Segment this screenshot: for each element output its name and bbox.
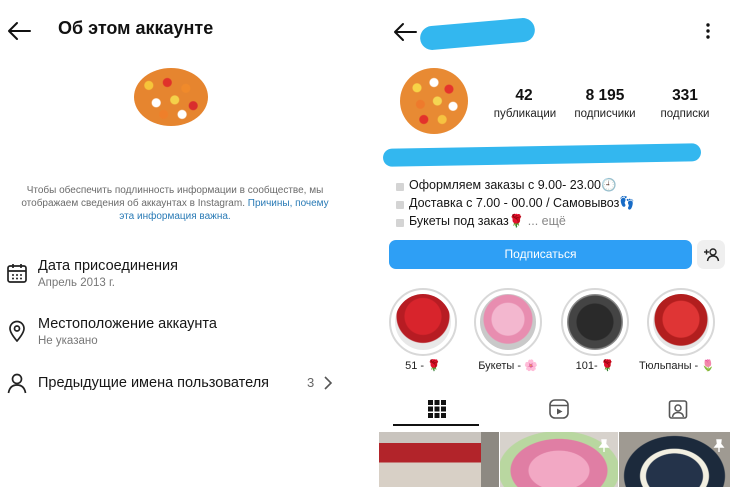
following-label[interactable]: подписки xyxy=(653,108,717,120)
followers-label[interactable]: подписчики xyxy=(565,108,645,120)
following-count: 331 xyxy=(672,87,698,104)
story-highlight[interactable] xyxy=(389,288,457,356)
post-edge xyxy=(481,432,499,487)
about-account-screen: Об этом аккаунте Чтобы обеспечить подлин… xyxy=(0,0,365,487)
highlight-label: Букеты - 🌸 xyxy=(478,360,538,372)
location-pin-icon xyxy=(9,320,25,342)
bio-line: Букеты под заказ🌹 ... ещё xyxy=(409,214,566,229)
join-date-label: Дата присоединения xyxy=(38,258,178,274)
bio-line: Оформляем заказы с 9.00- 23.00🕘 xyxy=(409,178,617,192)
info-note: Чтобы обеспечить подлинность информации … xyxy=(20,184,330,223)
highlight-cover xyxy=(653,294,709,350)
highlight-label: 101- 🌹 xyxy=(575,360,615,372)
post-thumbnail[interactable] xyxy=(500,432,618,487)
story-highlight[interactable] xyxy=(647,288,715,356)
posts-label[interactable]: публикации xyxy=(487,108,563,120)
back-arrow-icon[interactable] xyxy=(392,22,418,42)
post-thumbnail[interactable] xyxy=(619,432,730,487)
suggested-people-button[interactable] xyxy=(697,240,725,269)
post-thumbnail[interactable] xyxy=(379,432,499,487)
follow-button[interactable]: Подписаться xyxy=(389,240,692,269)
more-options-icon[interactable] xyxy=(705,22,711,40)
add-person-icon xyxy=(704,248,720,262)
highlight-label: 51 - 🌹 xyxy=(405,360,441,372)
back-arrow-icon[interactable] xyxy=(6,21,32,41)
highlight-cover xyxy=(395,294,451,350)
previous-usernames-label: Предыдущие имена пользователя xyxy=(38,375,270,391)
page-title: Об этом аккаунте xyxy=(58,18,214,38)
bio-bullet xyxy=(396,183,404,191)
account-location-label: Местоположение аккаунта xyxy=(38,316,217,332)
story-highlight[interactable] xyxy=(474,288,542,356)
grid-icon[interactable] xyxy=(426,398,448,420)
highlight-label: Тюльпаны - 🌷 xyxy=(639,360,715,372)
account-avatar xyxy=(134,68,208,126)
highlight-cover xyxy=(480,294,536,350)
chevron-right-icon xyxy=(324,376,333,390)
profile-avatar[interactable] xyxy=(400,68,468,134)
redacted-display-name xyxy=(382,143,702,167)
active-tab-indicator xyxy=(393,424,479,426)
posts-count: 42 xyxy=(515,87,533,104)
bio-line-text: Букеты под заказ🌹 xyxy=(409,214,525,228)
pin-icon xyxy=(713,439,725,452)
bio-line: Доставка с 7.00 - 00.00 / Самовывоз👣 xyxy=(409,196,635,210)
highlight-cover xyxy=(567,294,623,350)
account-location-value: Не указано xyxy=(38,335,98,347)
story-highlight[interactable] xyxy=(561,288,629,356)
pin-icon xyxy=(598,439,610,452)
bio-bullet xyxy=(396,201,404,209)
previous-usernames-count: 3 xyxy=(307,375,315,390)
profile-screen: 42 публикации 8 195 подписчики 331 подпи… xyxy=(365,0,730,487)
redacted-username xyxy=(419,17,536,51)
person-icon xyxy=(7,373,27,394)
tagged-icon[interactable] xyxy=(667,398,689,420)
bio-bullet xyxy=(396,219,404,227)
reels-icon[interactable] xyxy=(548,398,570,420)
followers-count: 8 195 xyxy=(585,87,625,104)
bio-more-link[interactable]: ... ещё xyxy=(528,214,566,228)
join-date-value: Апрель 2013 г. xyxy=(38,277,115,289)
calendar-icon xyxy=(7,264,27,283)
